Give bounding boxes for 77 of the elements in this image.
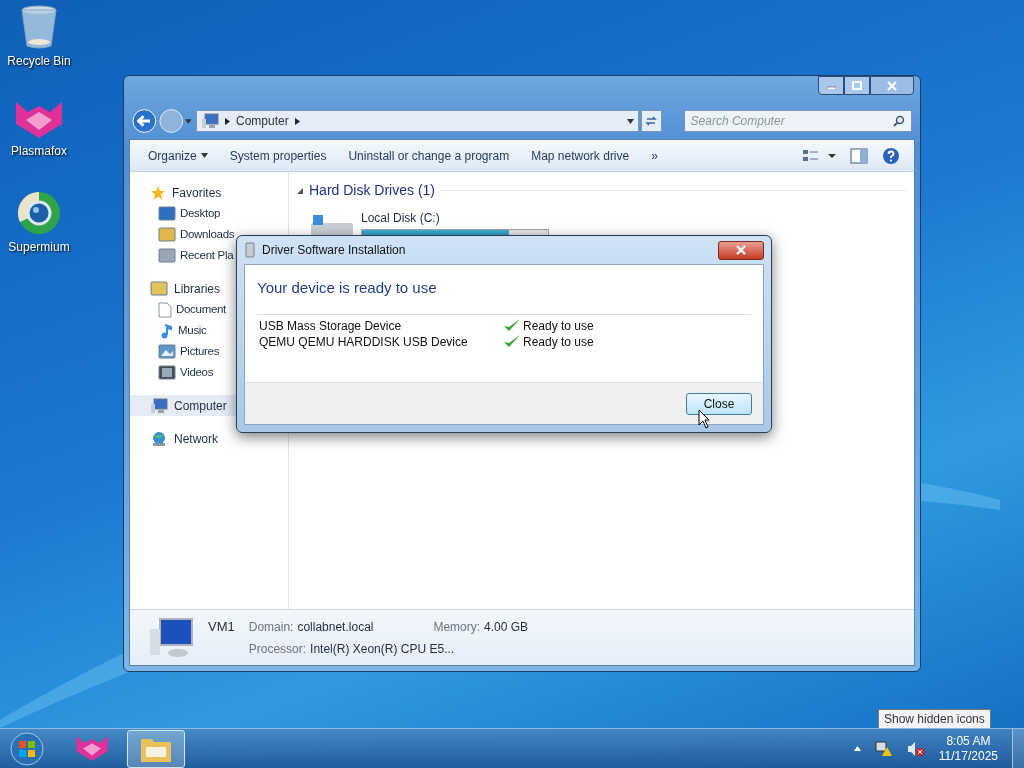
close-icon [887,80,897,91]
network-warning-icon[interactable] [874,740,893,757]
chevron-right-icon [225,117,230,125]
caret-down-icon [626,118,634,124]
dialog-heading: Your device is ready to use [257,277,751,315]
device-name: USB Mass Storage Device [258,317,403,335]
dialog-title: Driver Software Installation [262,242,406,259]
desktop-icon-label[interactable]: Supermium [8,238,70,256]
refresh-arrows-icon [645,115,658,127]
taskbar-button[interactable] [127,729,185,768]
field-label: Domain: [248,618,294,636]
fox-logo-icon [14,100,64,140]
field-value: Intel(R) Xeon(R) CPU E5... [310,641,455,659]
close-button[interactable] [718,240,764,260]
field-value: collabnet.local [297,618,375,636]
help-icon[interactable] [882,146,900,165]
clock-date[interactable]: 11/17/2025 [938,748,998,764]
drive-label[interactable]: Local Disk (C:) [361,209,549,227]
computer-icon [201,113,219,129]
nav-item[interactable]: Desktop [130,203,288,224]
search-icon [893,115,905,127]
close-button[interactable] [870,76,914,95]
star-icon [150,184,166,201]
picture-frame-icon [158,344,176,359]
close-icon [736,245,746,255]
maximize-button[interactable] [844,76,870,95]
show-hidden-icons-button[interactable] [853,746,861,751]
toolbar-button[interactable]: System properties [221,146,335,165]
computer-icon [148,616,194,659]
tooltip: Show hidden icons [878,709,991,729]
usb-drive-icon [244,242,256,258]
desktop-icon [158,206,176,221]
group-header[interactable]: Hard Disk Drives (1) [309,180,435,201]
device-status: Ready to use [523,317,594,335]
desktop-icon-label[interactable]: Plasmafox [11,142,67,160]
computer-icon [150,397,168,414]
muted-speaker-icon[interactable] [906,740,925,757]
caret-down-icon [200,153,208,158]
nav-item[interactable]: Downloads [130,224,288,245]
maximize-icon [852,81,862,90]
toolbar-button[interactable]: » [643,146,666,165]
folder-icon [150,281,168,296]
show-desktop-button[interactable] [1012,729,1024,768]
caret-down-icon [185,118,192,124]
nav-item[interactable]: Videos [130,362,288,383]
recycle-bin-icon [19,4,59,50]
field-value: 4.00 GB [484,618,529,636]
nav-item[interactable]: Network [130,428,288,449]
nav-item[interactable]: Favorites [130,182,288,203]
computer-name: VM1 [208,617,235,636]
refresh-button[interactable] [640,110,662,132]
checkmark-icon [503,318,521,333]
folder-icon [158,227,176,242]
clock-time[interactable]: 8:05 AM [946,733,991,749]
browser-logo-icon [15,190,63,236]
field-label: Memory: [433,618,481,636]
minimize-button[interactable] [818,76,844,95]
preview-pane-icon[interactable] [850,147,868,164]
fox-icon [75,734,109,763]
toolbar-button[interactable]: Organize [140,146,216,165]
view-options-icon[interactable] [802,148,836,163]
address-bar[interactable]: Computer [196,110,639,132]
close-dialog-button[interactable]: Close [686,392,752,415]
music-note-icon [158,322,174,339]
breadcrumb-item[interactable]: Computer [236,112,289,130]
checkmark-icon [503,334,521,349]
network-icon [150,430,168,447]
start-button[interactable] [9,730,45,767]
document-icon [158,301,172,318]
device-status: Ready to use [523,333,594,351]
device-name: QEMU QEMU HARDDISK USB Device [258,333,469,351]
toolbar-button[interactable]: Uninstall or change a program [340,146,518,165]
toolbar-button[interactable]: Map network drive [523,146,638,165]
field-label: Processor: [248,641,307,659]
chevron-right-icon [294,117,300,125]
collapse-triangle-icon[interactable] [297,187,303,194]
desktop-icon-label[interactable]: Recycle Bin [7,52,71,70]
